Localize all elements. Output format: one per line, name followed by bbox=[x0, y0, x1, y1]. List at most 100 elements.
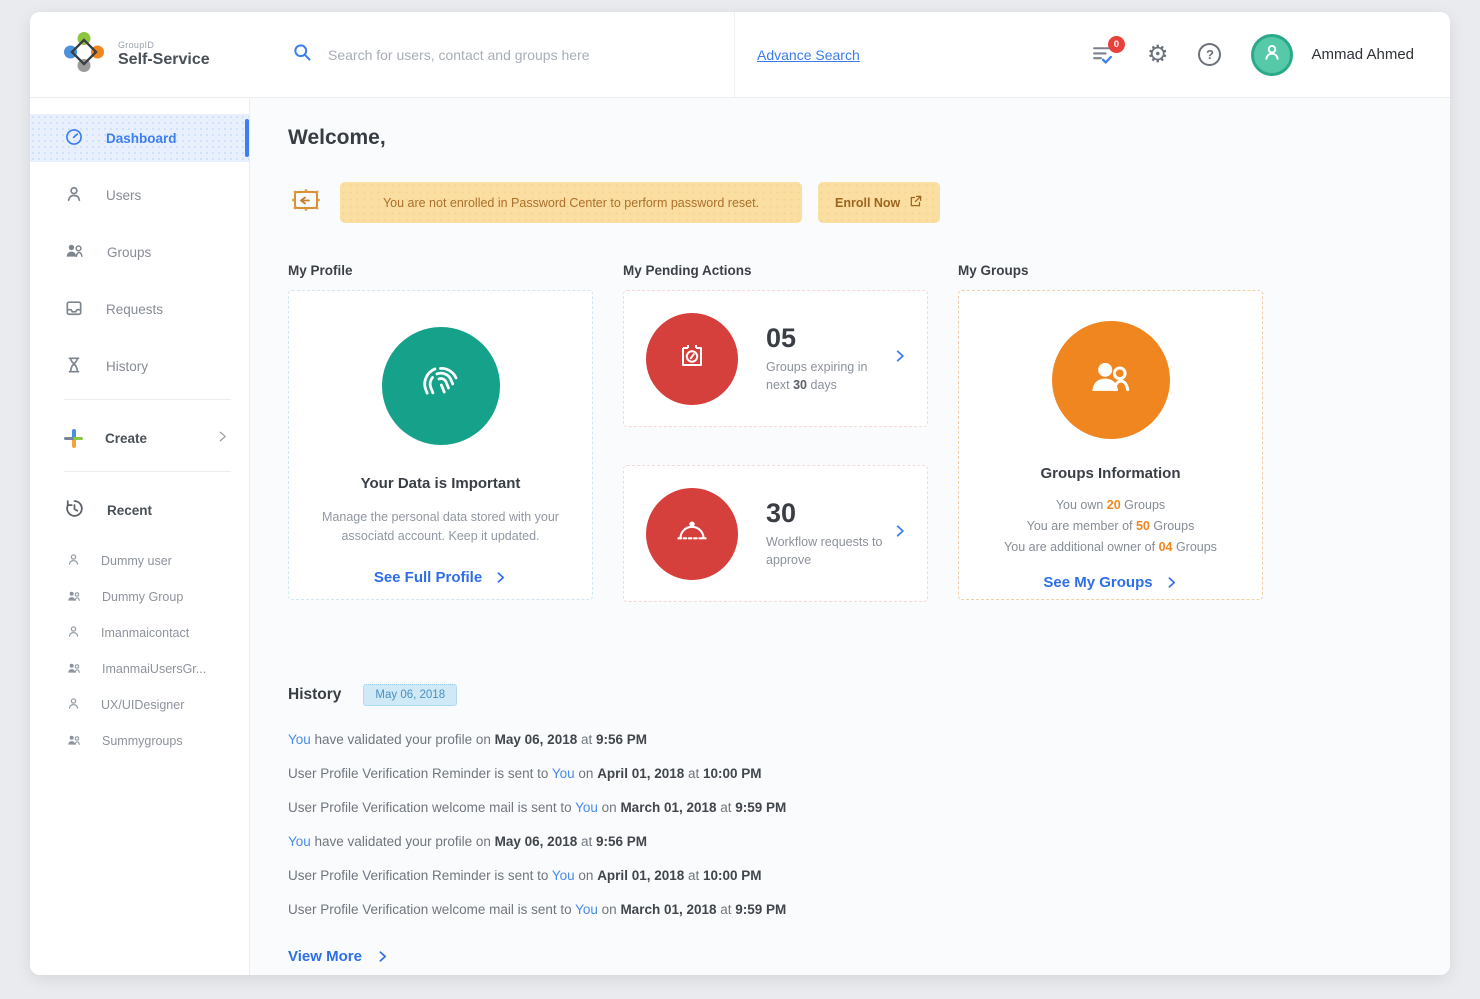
fingerprint-badge bbox=[382, 327, 500, 445]
history-date-badge: May 06, 2018 bbox=[363, 684, 457, 706]
sidebar-item-groups[interactable]: Groups bbox=[30, 228, 249, 276]
groups-expiring-card[interactable]: 05 Groups expiring in next 30 days bbox=[623, 290, 928, 427]
pending-label-segment: Workflow requests to approve bbox=[766, 535, 882, 567]
advance-search-link[interactable]: Advance Search bbox=[757, 47, 860, 63]
history-entry: User Profile Verification Reminder is se… bbox=[288, 766, 1450, 781]
header-actions: 0 ⚙ ? Ammad Ahmed bbox=[1091, 34, 1450, 76]
history-you-link[interactable]: You bbox=[552, 766, 575, 781]
history-you-link[interactable]: You bbox=[575, 902, 598, 917]
history-text: 9:56 PM bbox=[596, 834, 647, 849]
stat-post: Groups bbox=[1150, 519, 1194, 533]
create-plus-icon bbox=[64, 429, 83, 448]
history-you-link[interactable]: You bbox=[288, 834, 311, 849]
group-icon bbox=[66, 660, 82, 679]
fingerprint-icon bbox=[415, 358, 467, 415]
groups-stat-line: You own 20 Groups bbox=[959, 495, 1262, 516]
history-you-link[interactable]: You bbox=[575, 800, 598, 815]
view-more-link[interactable]: View More bbox=[288, 948, 389, 965]
recent-item[interactable]: Dummy user bbox=[30, 543, 249, 579]
history-title: History bbox=[288, 686, 341, 704]
my-profile-card: Your Data is Important Manage the person… bbox=[288, 290, 593, 600]
search-icon bbox=[292, 42, 312, 67]
section-heading: My Pending Actions bbox=[623, 263, 928, 278]
groups-badge bbox=[1052, 321, 1170, 439]
recent-item-label: Dummy Group bbox=[102, 590, 183, 604]
help-icon[interactable]: ? bbox=[1198, 43, 1221, 66]
history-text: 9:59 PM bbox=[735, 902, 786, 917]
sidebar-item-users[interactable]: Users bbox=[30, 171, 249, 219]
see-full-profile-link[interactable]: See Full Profile bbox=[374, 569, 507, 586]
person-icon bbox=[1261, 41, 1283, 68]
history-entry: User Profile Verification Reminder is se… bbox=[288, 868, 1450, 883]
history-section: History May 06, 2018 You have validated … bbox=[288, 684, 1450, 966]
stat-post: Groups bbox=[1172, 540, 1216, 554]
groups-stat-line: You are member of 50 Groups bbox=[959, 516, 1262, 537]
history-entries: You have validated your profile on May 0… bbox=[288, 732, 1450, 917]
page-title: Welcome, bbox=[288, 126, 1450, 150]
recent-item[interactable]: Dummy Group bbox=[30, 579, 249, 615]
user-icon bbox=[66, 696, 81, 714]
history-you-link[interactable]: You bbox=[288, 732, 311, 747]
pending-card-info: 05 Groups expiring in next 30 days bbox=[766, 323, 888, 394]
group-icon bbox=[1083, 350, 1139, 411]
recent-item[interactable]: Summygroups bbox=[30, 723, 249, 759]
chevron-right-icon bbox=[1165, 576, 1178, 589]
my-pending-actions-section: My Pending Actions bbox=[623, 263, 928, 640]
recent-history-clock-icon bbox=[64, 498, 85, 522]
section-heading: My Groups bbox=[958, 263, 1263, 278]
recent-item[interactable]: UX/UIDesigner bbox=[30, 687, 249, 723]
sidebar-item-label: History bbox=[106, 359, 148, 374]
recent-item-label: Dummy user bbox=[101, 554, 172, 568]
profile-card-description: Manage the personal data stored with you… bbox=[315, 508, 567, 547]
recent-list: Dummy user Dummy Group Imanmaicontact Imanm… bbox=[30, 543, 249, 759]
sidebar-item-dashboard[interactable]: Dashboard bbox=[30, 114, 249, 162]
groups-stat-line: You are additional owner of 04 Groups bbox=[959, 537, 1262, 558]
settings-gear-icon[interactable]: ⚙ bbox=[1147, 43, 1169, 67]
notifications-button[interactable]: 0 bbox=[1091, 42, 1117, 68]
inbox-icon bbox=[64, 298, 84, 321]
user-icon bbox=[66, 624, 81, 642]
history-text: have validated your profile on bbox=[311, 834, 495, 849]
sidebar-item-label: Users bbox=[106, 188, 141, 203]
sidebar-item-requests[interactable]: Requests bbox=[30, 285, 249, 333]
history-text: on bbox=[598, 902, 621, 917]
stat-pre: You own bbox=[1056, 498, 1107, 512]
history-text: May 06, 2018 bbox=[495, 732, 578, 747]
sidebar-item-label: Requests bbox=[106, 302, 163, 317]
hourglass-icon bbox=[64, 355, 84, 378]
history-entry: User Profile Verification welcome mail i… bbox=[288, 902, 1450, 917]
history-you-link[interactable]: You bbox=[552, 868, 575, 883]
chevron-right-icon[interactable] bbox=[893, 349, 907, 368]
workflow-requests-card[interactable]: 30 Workflow requests to approve bbox=[623, 465, 928, 602]
pending-label-segment: days bbox=[807, 378, 837, 392]
main-content: Welcome, You are not enrolled in Passwor… bbox=[250, 98, 1450, 975]
groups-card-title: Groups Information bbox=[959, 465, 1262, 482]
see-my-groups-link[interactable]: See My Groups bbox=[1043, 574, 1177, 591]
search-input[interactable] bbox=[328, 47, 668, 63]
history-text: 9:59 PM bbox=[735, 800, 786, 815]
sidebar-item-create[interactable]: Create bbox=[30, 414, 249, 462]
enroll-now-button[interactable]: Enroll Now bbox=[818, 182, 940, 223]
history-text: at bbox=[577, 732, 596, 747]
app-logo[interactable]: GroupID Self-Service bbox=[30, 30, 250, 79]
password-center-icon bbox=[288, 182, 324, 223]
groups-stats: You own 20 GroupsYou are member of 50 Gr… bbox=[959, 495, 1262, 558]
external-link-icon bbox=[909, 194, 923, 211]
user-avatar[interactable] bbox=[1251, 34, 1293, 76]
recent-item[interactable]: Imanmaicontact bbox=[30, 615, 249, 651]
sidebar-item-recent[interactable]: Recent bbox=[30, 486, 249, 534]
history-text: 10:00 PM bbox=[703, 868, 762, 883]
stat-pre: You are additional owner of bbox=[1004, 540, 1159, 554]
body: Dashboard Users bbox=[30, 98, 1450, 975]
history-text: at bbox=[717, 902, 736, 917]
app-window: GroupID Self-Service Advance Search 0 ⚙ bbox=[30, 12, 1450, 975]
chevron-right-icon[interactable] bbox=[893, 524, 907, 543]
section-heading: My Profile bbox=[288, 263, 593, 278]
notification-count-badge: 0 bbox=[1108, 36, 1125, 53]
sidebar-divider bbox=[64, 399, 231, 400]
group-icon bbox=[66, 732, 82, 751]
chevron-right-icon bbox=[216, 430, 229, 446]
recent-item-label: ImanmaiUsersGr... bbox=[102, 662, 206, 676]
sidebar-item-history[interactable]: History bbox=[30, 342, 249, 390]
recent-item[interactable]: ImanmaiUsersGr... bbox=[30, 651, 249, 687]
